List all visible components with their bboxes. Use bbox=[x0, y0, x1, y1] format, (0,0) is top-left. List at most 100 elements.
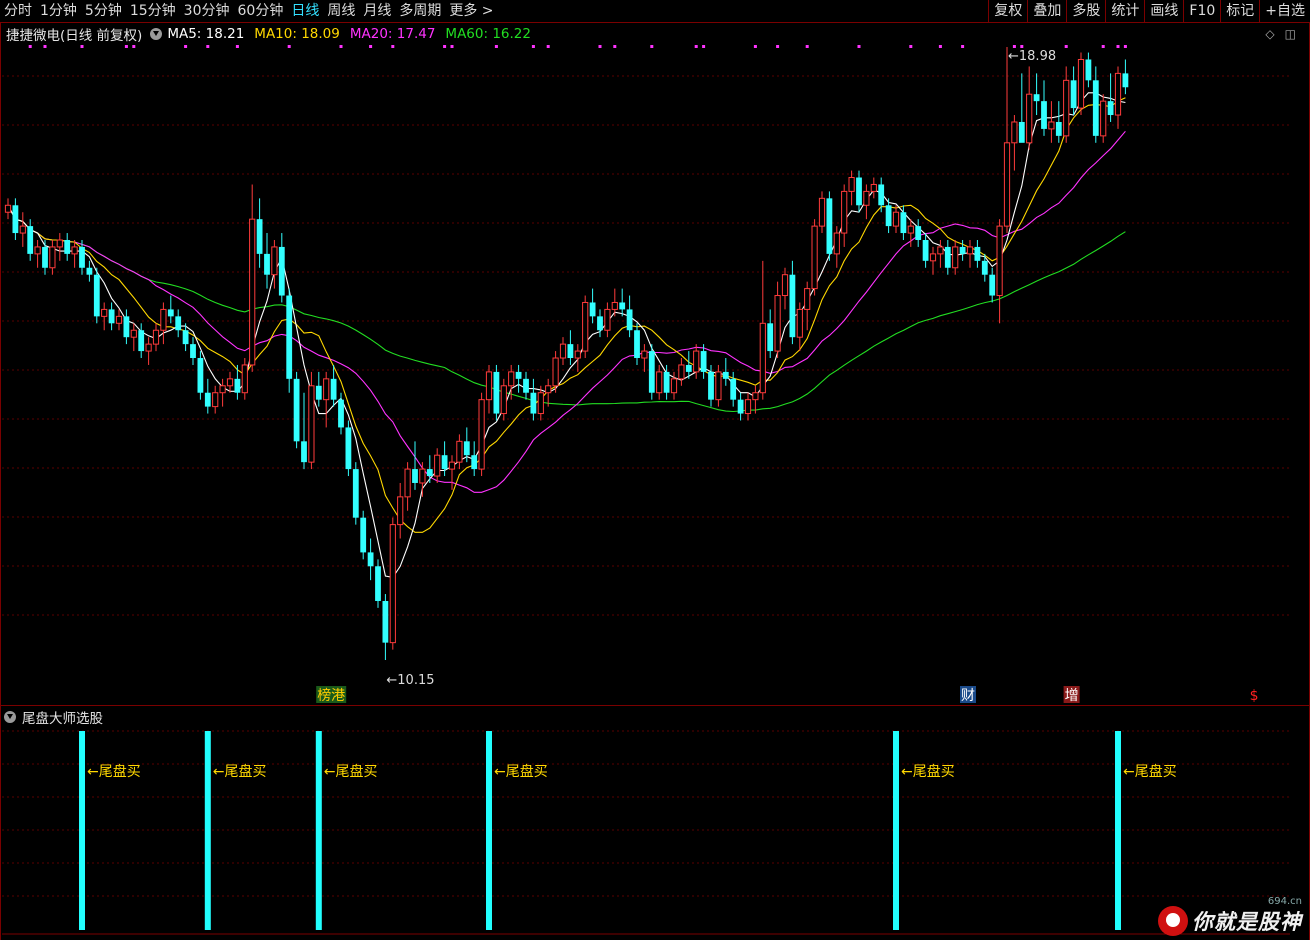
candle-body-down bbox=[360, 517, 367, 553]
signal-label: ←尾盘买 bbox=[324, 763, 378, 780]
candle-body-down bbox=[634, 330, 640, 359]
candle-body-down bbox=[301, 441, 307, 463]
signal-dot bbox=[1116, 45, 1120, 48]
signal-dot bbox=[598, 45, 602, 48]
candle-body-down bbox=[138, 330, 145, 352]
candle-body-up bbox=[582, 301, 589, 352]
candle-body-down bbox=[471, 455, 478, 470]
candle-body-up bbox=[892, 211, 900, 227]
candle-body-down bbox=[412, 469, 418, 483]
candle-body-up bbox=[485, 371, 493, 401]
signal-dot bbox=[494, 45, 498, 48]
candle-body-down bbox=[27, 226, 34, 254]
signal-dot bbox=[124, 45, 128, 48]
candle-body-down bbox=[175, 316, 182, 331]
kline-chart[interactable]: ←18.98 ←10.15 榜港 财 增 $ ←尾盘买 ←尾盘买 ←尾盘买 ←尾盘买 ←尾盘买 ←尾盘… bbox=[0, 0, 1310, 940]
candle-body-down bbox=[885, 205, 892, 227]
candle-body-up bbox=[656, 371, 663, 394]
event-marker: 榜港 bbox=[317, 687, 345, 704]
signal-dot bbox=[1064, 45, 1068, 48]
candle-body-down bbox=[767, 323, 774, 352]
candle-body-down bbox=[567, 344, 574, 359]
candle-body-down bbox=[293, 378, 300, 442]
candle-body-up bbox=[715, 371, 722, 401]
candle-body-down bbox=[264, 253, 270, 275]
candle-body-up bbox=[937, 246, 944, 255]
signal-dot bbox=[613, 45, 617, 48]
candle-body-down bbox=[922, 239, 929, 261]
candle-body-down bbox=[167, 309, 174, 317]
signal-dot bbox=[694, 45, 698, 48]
candle-body-up bbox=[818, 197, 826, 227]
candle-body-up bbox=[1011, 121, 1018, 144]
signal-bar bbox=[79, 731, 85, 930]
candle-body-down bbox=[426, 469, 433, 477]
signal-dot bbox=[28, 45, 32, 48]
candle-body-up bbox=[752, 392, 759, 401]
candle-body-up bbox=[641, 350, 648, 359]
candle-body-down bbox=[530, 392, 537, 414]
candle-body-down bbox=[663, 371, 670, 393]
candle-body-down bbox=[64, 239, 71, 254]
candle-body-up bbox=[841, 190, 848, 234]
indicator-dropdown-icon[interactable] bbox=[4, 711, 16, 723]
candle-body-down bbox=[190, 344, 196, 359]
candle-body-up bbox=[115, 315, 123, 324]
candle-body-down bbox=[1041, 101, 1047, 129]
candle-body-down bbox=[1070, 80, 1077, 109]
ma20-line bbox=[7, 130, 1126, 493]
candle-body-down bbox=[108, 309, 115, 324]
signal-label: ←尾盘买 bbox=[901, 763, 955, 780]
candle-body-up bbox=[419, 468, 426, 484]
candle-body-down bbox=[722, 371, 729, 379]
candle-body-up bbox=[404, 468, 411, 498]
candle-body-down bbox=[1085, 59, 1092, 81]
signal-dot bbox=[43, 45, 47, 48]
signal-dot bbox=[753, 45, 757, 48]
candle-body-up bbox=[101, 308, 108, 317]
candle-body-up bbox=[389, 524, 396, 644]
candle-body-down bbox=[1018, 121, 1025, 143]
candle-body-up bbox=[500, 385, 507, 415]
candle-body-up bbox=[848, 177, 855, 192]
candle-body-down bbox=[1033, 94, 1040, 102]
signal-label: ←尾盘买 bbox=[1123, 763, 1177, 780]
signal-dot bbox=[546, 45, 550, 48]
signal-dot bbox=[857, 45, 861, 48]
signal-dot bbox=[1020, 45, 1024, 48]
candle-body-up bbox=[1077, 58, 1085, 109]
signal-dot bbox=[650, 45, 654, 48]
candle-body-down bbox=[315, 385, 322, 400]
indicator-title: 尾盘大师选股 bbox=[22, 711, 103, 727]
candle-body-up bbox=[811, 225, 818, 290]
signal-dot bbox=[80, 45, 84, 48]
frame-left bbox=[0, 22, 1, 940]
watermark: 你就是股神 bbox=[1158, 906, 1302, 936]
signal-dot bbox=[132, 45, 136, 48]
event-marker: 增 bbox=[1065, 688, 1079, 704]
signal-dot bbox=[776, 45, 780, 48]
candle-body-up bbox=[1063, 79, 1070, 137]
watermark-logo-icon bbox=[1158, 906, 1188, 936]
candle-body-up bbox=[559, 343, 567, 359]
signal-bar bbox=[486, 731, 492, 930]
candle-body-down bbox=[375, 566, 381, 601]
candle-body-up bbox=[604, 308, 611, 331]
signal-dot bbox=[938, 45, 942, 48]
signal-bar bbox=[315, 731, 322, 930]
candle-body-up bbox=[4, 204, 12, 213]
candle-body-up bbox=[966, 246, 974, 255]
candle-body-down bbox=[915, 226, 922, 240]
candle-body-up bbox=[508, 371, 515, 387]
candle-body-down bbox=[367, 552, 374, 567]
candle-body-down bbox=[789, 274, 796, 338]
candle-body-up bbox=[833, 232, 840, 255]
signal-dot bbox=[235, 45, 239, 48]
candle-body-down bbox=[597, 316, 603, 331]
candle-body-down bbox=[685, 364, 692, 372]
candle-body-up bbox=[19, 225, 26, 234]
candle-body-up bbox=[574, 350, 581, 359]
signal-dot bbox=[391, 45, 395, 48]
candle-body-up bbox=[1114, 72, 1122, 116]
signal-label: ←尾盘买 bbox=[213, 763, 267, 780]
